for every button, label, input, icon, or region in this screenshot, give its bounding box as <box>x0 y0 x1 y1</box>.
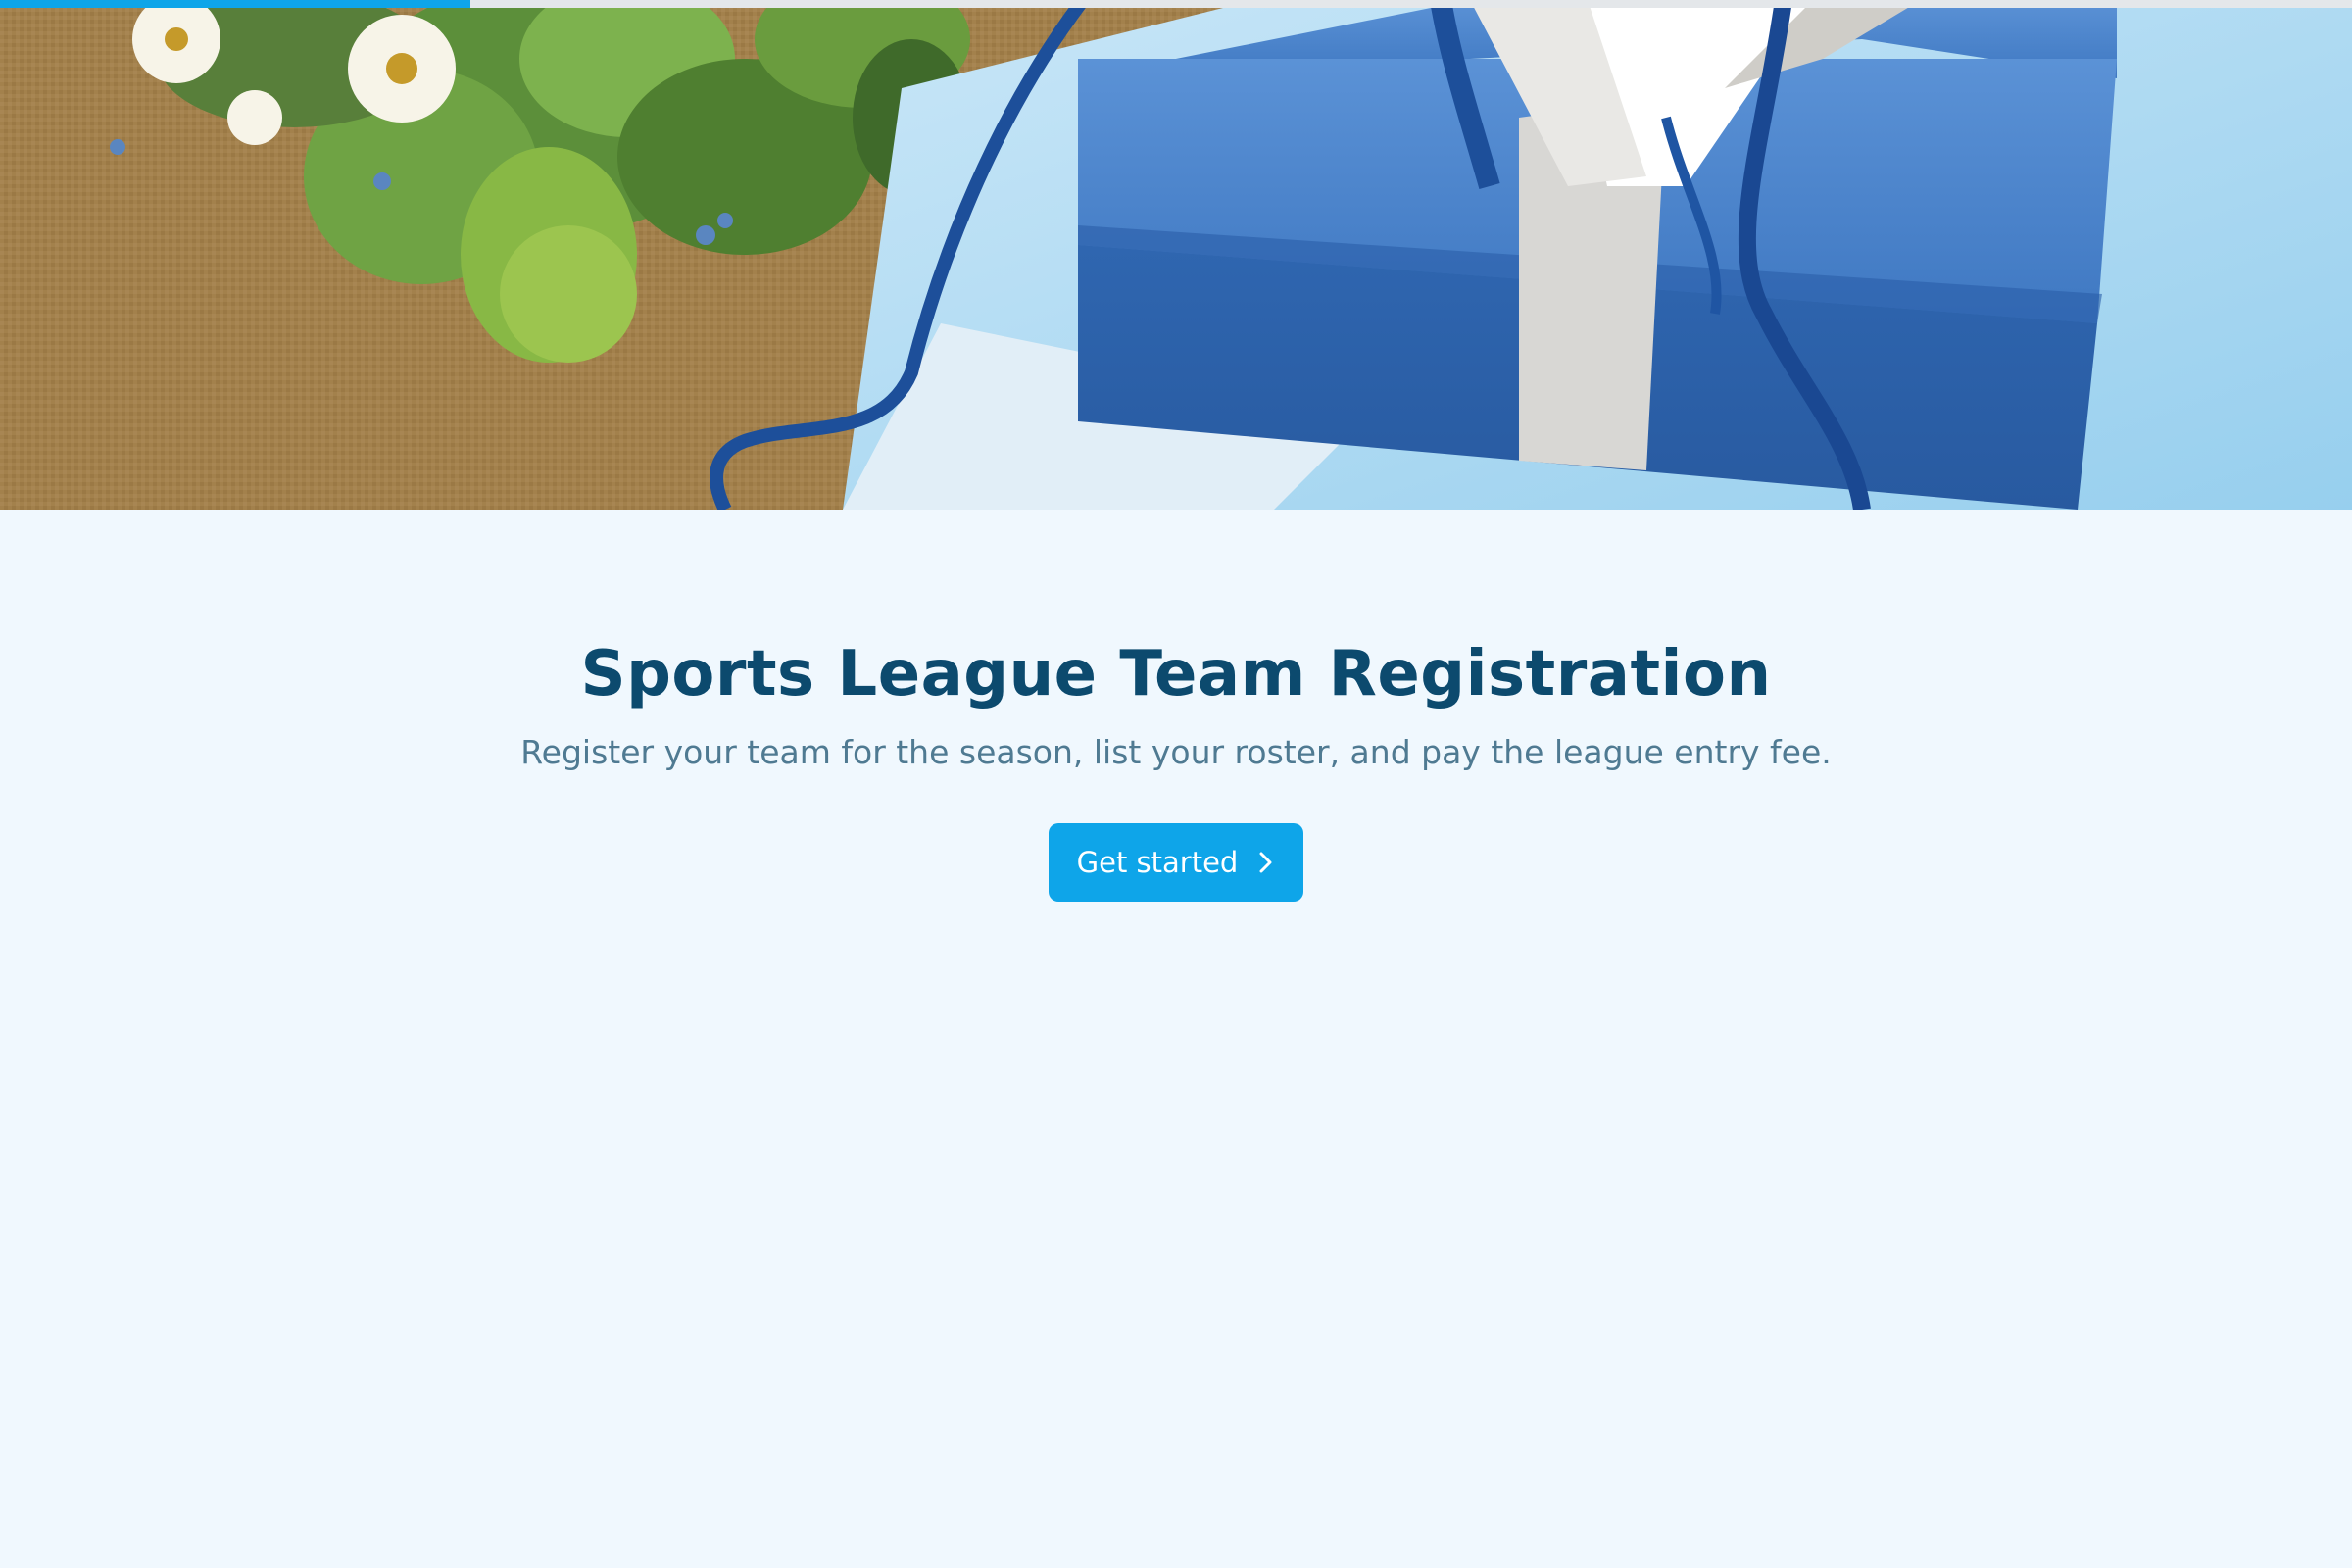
get-started-label: Get started <box>1076 846 1239 879</box>
get-started-button[interactable]: Get started <box>1049 823 1303 902</box>
progress-fill <box>0 0 470 8</box>
hero-image <box>0 0 2352 510</box>
progress-bar <box>0 0 2352 8</box>
chevron-right-icon <box>1257 850 1275 875</box>
page: Sports League Team Registration Register… <box>0 0 2352 1568</box>
page-subtitle: Register your team for the season, list … <box>520 733 1832 771</box>
page-title: Sports League Team Registration <box>580 638 1772 710</box>
